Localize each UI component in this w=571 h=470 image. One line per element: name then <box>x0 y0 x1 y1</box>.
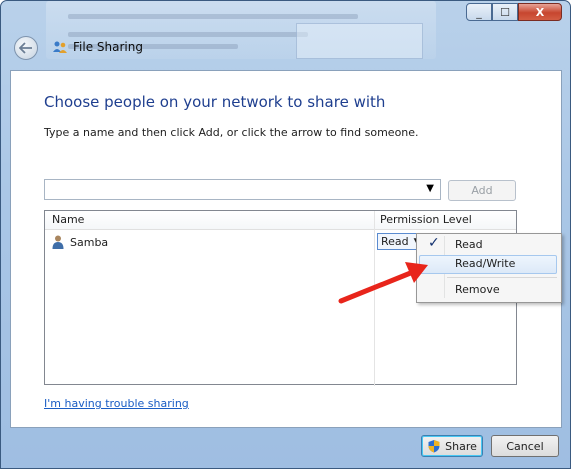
user-icon <box>52 235 64 249</box>
minimize-button[interactable]: _ <box>466 3 492 21</box>
title-bar: File Sharing <box>52 40 143 54</box>
checkmark-icon: ✓ <box>428 235 440 251</box>
list-header: Name Permission Level <box>45 211 516 230</box>
menu-item-read-write[interactable]: Read/Write <box>419 255 557 274</box>
trouble-sharing-link[interactable]: I'm having trouble sharing <box>44 397 189 410</box>
instruction-text: Type a name and then click Add, or click… <box>44 126 419 139</box>
menu-item-read-write-label: Read/Write <box>455 257 516 270</box>
column-header-name[interactable]: Name <box>52 213 84 226</box>
add-button[interactable]: Add <box>448 180 516 201</box>
menu-item-read[interactable]: ✓ Read <box>419 235 557 255</box>
permission-value: Read <box>381 235 409 248</box>
window-frame: _ ☐ X File Sharing Choose people on your… <box>0 0 571 469</box>
menu-item-remove-label: Remove <box>455 283 500 296</box>
window-controls: _ ☐ X <box>466 3 562 21</box>
dropdown-arrow-icon[interactable]: ▼ <box>426 183 434 194</box>
back-arrow-icon <box>19 42 32 54</box>
list-item-user[interactable]: Samba <box>52 235 108 249</box>
cancel-button[interactable]: Cancel <box>491 435 559 457</box>
menu-separator <box>447 277 557 278</box>
uac-shield-icon <box>428 440 440 453</box>
user-name: Samba <box>70 235 109 249</box>
share-button-label: Share <box>445 439 477 453</box>
share-button[interactable]: Share <box>421 435 483 457</box>
page-heading: Choose people on your network to share w… <box>44 93 386 111</box>
column-divider <box>374 211 375 386</box>
column-header-permission[interactable]: Permission Level <box>380 213 472 226</box>
close-button[interactable]: X <box>518 3 562 21</box>
maximize-button[interactable]: ☐ <box>492 3 518 21</box>
menu-item-remove[interactable]: Remove <box>419 281 557 300</box>
homegroup-icon <box>53 41 67 53</box>
permission-menu: ✓ Read Read/Write Remove <box>416 233 562 303</box>
back-button[interactable] <box>14 36 38 60</box>
menu-item-read-label: Read <box>455 238 483 251</box>
window-title: File Sharing <box>73 40 143 54</box>
name-combobox[interactable]: ▼ <box>44 179 441 200</box>
